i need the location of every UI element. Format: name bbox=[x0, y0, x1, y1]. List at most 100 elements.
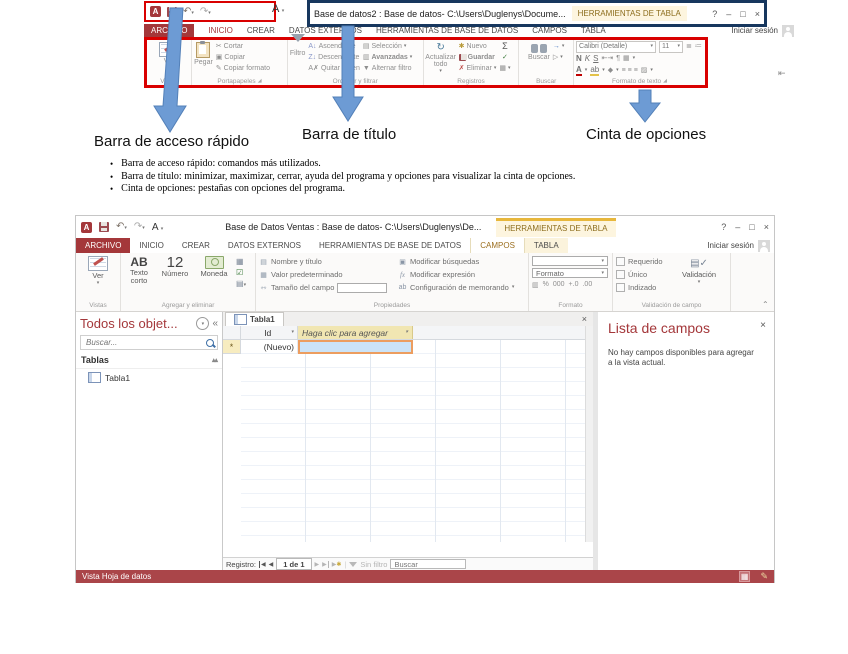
nav-pane-menu-icon[interactable]: ▾ bbox=[196, 317, 209, 330]
numbering-icon[interactable]: ≔ bbox=[695, 43, 702, 50]
tab-inicio[interactable]: INICIO bbox=[208, 26, 232, 35]
view-button[interactable]: Ver ▾ bbox=[88, 255, 108, 302]
dropdown-caret-icon[interactable]: ▾ bbox=[405, 330, 408, 335]
help-button[interactable]: ? bbox=[712, 9, 717, 19]
vertical-scrollbar[interactable] bbox=[585, 326, 593, 542]
paste-button[interactable]: Pegar bbox=[194, 41, 213, 77]
dialog-launcher-icon[interactable]: ◢ bbox=[663, 78, 667, 84]
redo-icon[interactable]: ↷▾ bbox=[200, 7, 211, 17]
currency-format-icon[interactable]: ▥ bbox=[532, 281, 539, 289]
nav-item-tabla1[interactable]: Tabla1 bbox=[76, 369, 222, 386]
sort-descending-button[interactable]: Z↓Descendente bbox=[308, 52, 359, 63]
datasheet-view-button[interactable]: ▦ bbox=[739, 571, 751, 582]
tab-herramientas-bd[interactable]: HERRAMIENTAS DE BASE DE DATOS bbox=[310, 238, 470, 253]
indexed-checkbox[interactable]: Indizado bbox=[616, 281, 678, 294]
name-caption-button[interactable]: ▤Nombre y título bbox=[259, 255, 394, 268]
document-tab-tabla1[interactable]: Tabla1 bbox=[225, 312, 284, 326]
sign-in-label[interactable]: Iniciar sesión bbox=[731, 26, 778, 35]
italic-button[interactable]: K bbox=[585, 54, 590, 63]
yes-no-checkbox-icon[interactable]: ☑ bbox=[236, 268, 246, 277]
field-size-input[interactable] bbox=[337, 283, 387, 293]
totals-button[interactable]: Σ bbox=[502, 41, 508, 52]
direction-icon[interactable]: ¶ bbox=[616, 55, 620, 62]
undo-icon[interactable]: ↶▾ bbox=[116, 222, 127, 232]
nav-search-input[interactable] bbox=[84, 337, 198, 348]
select-button[interactable]: ▷▾ bbox=[553, 52, 565, 63]
bold-button[interactable]: N bbox=[576, 54, 582, 63]
tab-archivo[interactable]: ARCHIVO bbox=[76, 238, 130, 253]
underline-button[interactable]: S bbox=[593, 54, 598, 63]
date-time-icon[interactable]: ▦ bbox=[236, 257, 246, 266]
previous-record-button[interactable]: ◀ bbox=[269, 561, 274, 568]
more-fields-icon[interactable]: ▤▾ bbox=[236, 279, 246, 288]
memo-settings-button[interactable]: abConfiguración de memorando▾ bbox=[398, 281, 514, 294]
no-filter-label[interactable]: Sin filtro bbox=[360, 560, 387, 569]
column-header-id[interactable]: Id ▾ bbox=[241, 326, 298, 339]
redo-icon[interactable]: ↷▾ bbox=[134, 222, 145, 232]
toggle-filter-button[interactable]: ▼Alternar filtro bbox=[363, 63, 412, 74]
minimize-button[interactable]: – bbox=[735, 222, 740, 232]
collapse-section-icon[interactable]: ▴▴ bbox=[212, 356, 217, 364]
unique-checkbox[interactable]: Único bbox=[616, 268, 678, 281]
new-record-button[interactable]: ▶✱ bbox=[332, 561, 342, 568]
access-logo-icon[interactable]: A bbox=[81, 222, 92, 233]
modify-lookups-button[interactable]: ▣Modificar búsquedas bbox=[398, 255, 514, 268]
last-record-button[interactable]: ▶ bbox=[322, 561, 329, 568]
indent-icons[interactable]: ⇤⇥ bbox=[601, 55, 613, 62]
format-select[interactable]: Formato▾ bbox=[532, 268, 608, 278]
sort-ascending-button[interactable]: A↓Ascendente bbox=[308, 41, 359, 52]
find-button[interactable]: Buscar bbox=[528, 41, 550, 77]
sign-in-area[interactable]: Iniciar sesión bbox=[731, 25, 794, 37]
tab-inicio[interactable]: INICIO bbox=[130, 238, 172, 253]
validation-button[interactable]: ▤✓ Validación ▾ bbox=[682, 255, 716, 302]
bullets-icon[interactable]: ≣ bbox=[686, 43, 692, 50]
qat-extra-command[interactable]: A ▾ bbox=[152, 222, 163, 233]
tab-campos[interactable]: CAMPOS bbox=[532, 26, 567, 35]
selection-button[interactable]: ▤Selección▾ bbox=[363, 41, 412, 52]
sign-in-label[interactable]: Iniciar sesión bbox=[707, 241, 754, 250]
collapse-ribbon-icon[interactable]: ⌃ bbox=[762, 300, 769, 309]
first-record-button[interactable]: ◀ bbox=[259, 561, 266, 568]
restore-button[interactable]: □ bbox=[740, 9, 745, 19]
tab-crear[interactable]: CREAR bbox=[173, 238, 219, 253]
tab-crear[interactable]: CREAR bbox=[247, 26, 275, 35]
default-value-button[interactable]: ▦Valor predeterminado bbox=[259, 268, 394, 281]
close-button[interactable]: × bbox=[755, 9, 760, 19]
record-position[interactable]: 1 de 1 bbox=[276, 558, 311, 570]
short-text-button[interactable]: AB Texto corto bbox=[124, 255, 154, 302]
refresh-all-button[interactable]: ↻ Actualizar todo▾ bbox=[426, 41, 456, 77]
currency-button[interactable]: Moneda bbox=[196, 255, 232, 302]
memo-format-icon[interactable]: ▨ bbox=[641, 67, 648, 74]
field-size-row[interactable]: ⇿Tamaño del campo bbox=[259, 281, 394, 294]
sign-in-area[interactable]: Iniciar sesión bbox=[707, 238, 774, 253]
close-document-icon[interactable]: × bbox=[576, 312, 593, 326]
minimize-button[interactable]: – bbox=[726, 9, 731, 19]
tab-datos-externos[interactable]: DATOS EXTERNOS bbox=[219, 238, 310, 253]
percent-format-button[interactable]: % bbox=[543, 281, 549, 288]
qat-extra-command[interactable]: A ▾ bbox=[272, 3, 284, 15]
save-record-button[interactable]: Guardar bbox=[459, 52, 497, 63]
align-icons[interactable]: ≡ ≡ ≡ bbox=[622, 67, 638, 74]
highlight-color-button[interactable]: ab bbox=[590, 66, 599, 76]
goto-button[interactable]: →▾ bbox=[553, 41, 565, 52]
next-record-button[interactable]: ▶ bbox=[315, 561, 320, 568]
cut-button[interactable]: ✂Cortar bbox=[216, 41, 270, 52]
help-button[interactable]: ? bbox=[721, 222, 726, 232]
restore-button[interactable]: □ bbox=[749, 222, 754, 232]
tab-tabla[interactable]: TABLA bbox=[581, 26, 606, 35]
nav-section-tablas[interactable]: Tablas ▴▴ bbox=[76, 352, 222, 369]
decrease-decimals-button[interactable]: .00 bbox=[582, 281, 592, 288]
font-name-select[interactable]: Calibri (Detalle)▾ bbox=[576, 41, 656, 53]
format-painter-button[interactable]: ✎Copiar formato bbox=[216, 63, 270, 74]
advanced-filter-button[interactable]: ▥Avanzadas▾ bbox=[363, 52, 412, 63]
spelling-button[interactable]: ✓ bbox=[502, 52, 508, 63]
shutter-bar-icon[interactable]: « bbox=[212, 318, 218, 329]
column-header-add[interactable]: Haga clic para agregar ▾ bbox=[298, 326, 413, 339]
more-button[interactable]: ▦▾ bbox=[499, 63, 510, 74]
tab-tabla[interactable]: TABLA bbox=[525, 238, 568, 253]
dropdown-caret-icon[interactable]: ▾ bbox=[291, 330, 294, 335]
number-button[interactable]: 12 Número bbox=[158, 255, 192, 302]
tab-campos-selected[interactable]: CAMPOS bbox=[470, 238, 525, 253]
font-size-select[interactable]: 11▾ bbox=[659, 41, 683, 53]
copy-button[interactable]: ▣Copiar bbox=[216, 52, 270, 63]
